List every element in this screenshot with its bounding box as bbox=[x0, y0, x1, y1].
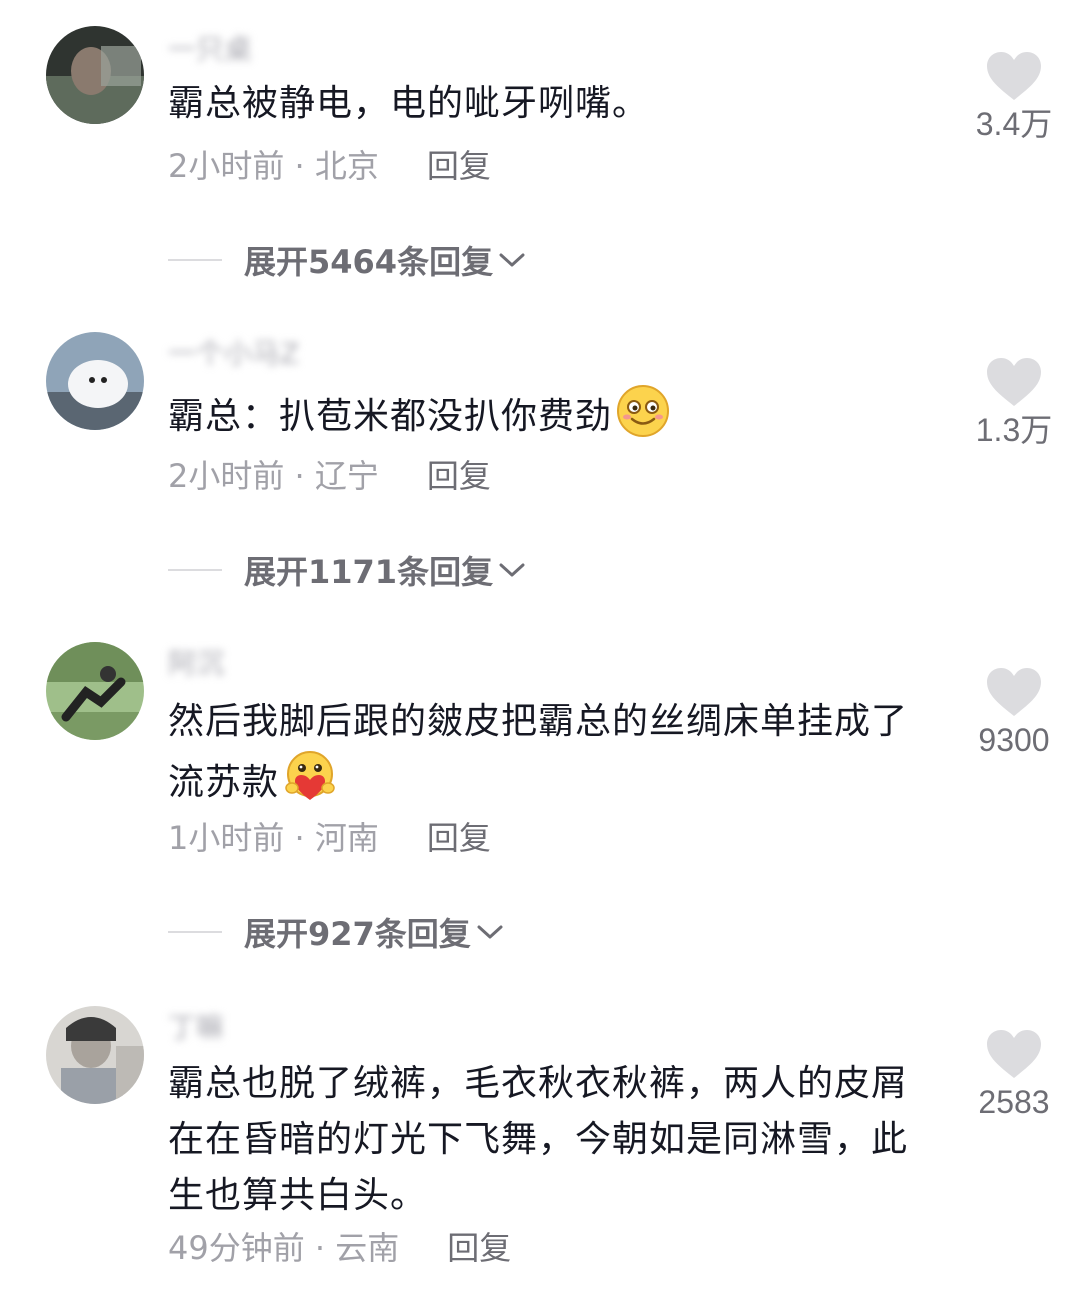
heart-icon bbox=[987, 52, 1041, 100]
chevron-down-icon bbox=[499, 253, 525, 267]
like-button[interactable]: 2583 bbox=[958, 1028, 1070, 1122]
avatar[interactable] bbox=[46, 642, 144, 740]
comment-text-content: 然后我脚后跟的皴皮把霸总的丝绸床单挂成了流苏款 bbox=[168, 701, 909, 803]
comment-meta: 2小时前 · 北京 回复 bbox=[168, 146, 491, 186]
like-count: 3.4万 bbox=[975, 106, 1053, 142]
time-location: 2小时前 · 北京 bbox=[168, 147, 379, 185]
like-button[interactable]: 3.4万 bbox=[958, 50, 1070, 144]
heart-icon bbox=[987, 668, 1041, 716]
expand-replies-button[interactable]: 展开1171条回复 bbox=[168, 550, 527, 591]
reply-button[interactable]: 回复 bbox=[427, 146, 491, 186]
avatar[interactable] bbox=[46, 332, 144, 430]
expand-replies-label: 展开1171条回复 bbox=[244, 553, 494, 591]
heart-hug-emoji-icon bbox=[285, 751, 335, 800]
expand-replies-label: 展开927条回复 bbox=[244, 915, 471, 953]
comment-meta: 2小时前 · 辽宁 回复 bbox=[168, 456, 491, 496]
expand-replies-label: 展开5464条回复 bbox=[244, 243, 494, 281]
smile-emoji-icon bbox=[617, 385, 670, 437]
chevron-down-icon bbox=[499, 563, 525, 577]
username[interactable]: 阿沉 bbox=[168, 648, 224, 680]
username[interactable]: 一个小马Z bbox=[168, 338, 299, 370]
expand-replies-button[interactable]: 展开927条回复 bbox=[168, 912, 505, 953]
comment-text: 然后我脚后跟的皴皮把霸总的丝绸床单挂成了流苏款 bbox=[168, 694, 928, 811]
reply-button[interactable]: 回复 bbox=[427, 456, 491, 496]
time-location: 49分钟前 · 云南 bbox=[168, 1229, 400, 1267]
avatar[interactable] bbox=[46, 1006, 144, 1104]
reply-button[interactable]: 回复 bbox=[427, 818, 491, 858]
comment-meta: 49分钟前 · 云南 回复 bbox=[168, 1228, 511, 1268]
username[interactable]: 丁嘛 bbox=[168, 1012, 224, 1044]
comment-text-content: 霸总：扒苞米都没扒你费劲 bbox=[168, 396, 613, 437]
like-button[interactable]: 9300 bbox=[958, 666, 1070, 760]
heart-icon bbox=[987, 1030, 1041, 1078]
comment-meta: 1小时前 · 河南 回复 bbox=[168, 818, 491, 858]
avatar[interactable] bbox=[46, 26, 144, 124]
time-location: 2小时前 · 辽宁 bbox=[168, 457, 379, 495]
reply-button[interactable]: 回复 bbox=[447, 1228, 511, 1268]
like-count: 1.3万 bbox=[975, 412, 1053, 448]
divider bbox=[168, 259, 222, 261]
divider bbox=[168, 569, 222, 571]
divider bbox=[168, 931, 222, 933]
comment-text: 霸总也脱了绒裤，毛衣秋衣秋裤，两人的皮屑在在昏暗的灯光下飞舞，今朝如是同淋雪，此… bbox=[168, 1063, 909, 1216]
like-count: 2583 bbox=[978, 1084, 1050, 1120]
comment-text: 霸总被静电，电的呲牙咧嘴。 bbox=[168, 83, 650, 124]
expand-replies-button[interactable]: 展开5464条回复 bbox=[168, 240, 527, 281]
like-count: 9300 bbox=[978, 722, 1050, 758]
like-button[interactable]: 1.3万 bbox=[958, 356, 1070, 450]
username[interactable]: 一只桌 bbox=[168, 34, 252, 66]
heart-icon bbox=[987, 358, 1041, 406]
chevron-down-icon bbox=[477, 925, 503, 939]
comment-text: 霸总：扒苞米都没扒你费劲 bbox=[168, 384, 928, 445]
time-location: 1小时前 · 河南 bbox=[168, 819, 379, 857]
